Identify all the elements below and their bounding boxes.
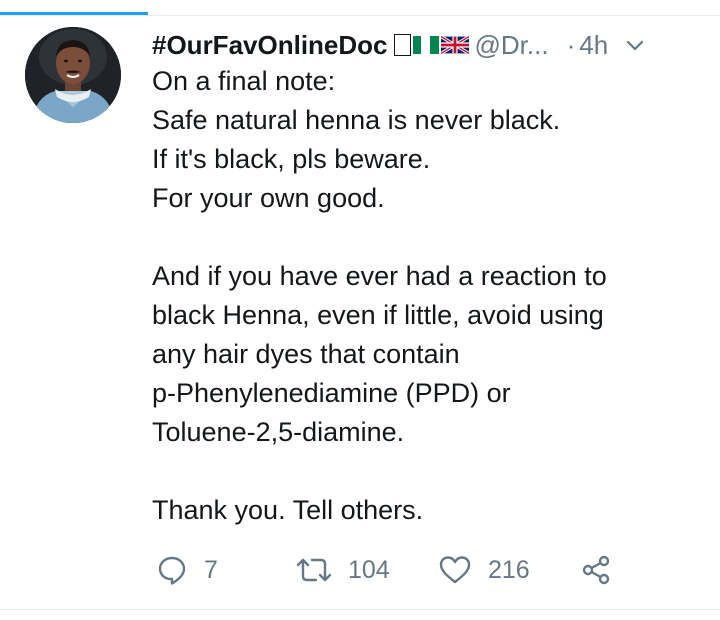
like-button[interactable]: 216 (438, 552, 530, 588)
tweet-text-line: If it's black, pls beware. (152, 144, 431, 174)
tweet-action-bar: 7 104 216 (152, 552, 622, 588)
retweet-count: 104 (348, 555, 390, 584)
avatar[interactable] (25, 27, 121, 123)
bottom-divider (0, 609, 720, 610)
chevron-down-icon[interactable] (624, 34, 646, 56)
nigeria-flag-icon (412, 36, 439, 54)
tweet-text-line: p-Phenylenediamine (PPD) or (152, 378, 511, 408)
header-separator: · (566, 29, 576, 60)
reply-icon (158, 556, 186, 585)
missing-glyph-icon (393, 34, 411, 56)
like-count: 216 (488, 555, 530, 584)
retweet-icon (296, 558, 332, 582)
share-button[interactable] (580, 552, 612, 588)
tweet-text-line: Safe natural henna is never black. (152, 105, 561, 135)
tweet-text-line: For your own good. (152, 183, 385, 213)
tweet-text-line: And if you have ever had a reaction to (152, 261, 607, 291)
tweet-text: On a final note: Safe natural henna is n… (152, 62, 712, 530)
heart-icon (439, 556, 471, 584)
reply-count: 7 (204, 555, 218, 584)
tweet-timestamp[interactable]: 4h (579, 30, 608, 61)
reply-button[interactable]: 7 (156, 552, 218, 588)
display-name[interactable]: #OurFavOnlineDoc (152, 30, 388, 61)
user-avatar-photo-icon (25, 27, 121, 123)
name-emoji-group (393, 34, 469, 56)
tweet-text-line: On a final note: (152, 66, 336, 96)
tweet-text-line: black Henna, even if little, avoid using (152, 300, 604, 330)
user-handle[interactable]: @Dr... (475, 30, 549, 61)
top-divider (0, 15, 720, 16)
share-icon (582, 555, 610, 585)
retweet-button[interactable]: 104 (294, 552, 390, 588)
tweet-header: #OurFavOnlineDoc @Dr... · 4h (152, 28, 712, 62)
tweet-text-line: Toluene-2,5-diamine. (152, 417, 405, 447)
tweet-text-line: Thank you. Tell others. (152, 495, 424, 525)
uk-flag-icon (440, 36, 469, 54)
tweet-text-line: any hair dyes that contain (152, 339, 460, 369)
